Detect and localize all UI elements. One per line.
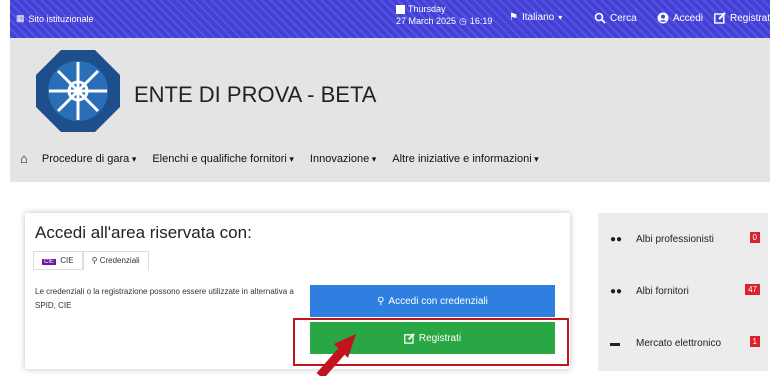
register-icon: ▬ [610,338,620,349]
site-title[interactable]: ENTE DI PROVA - BETA [134,82,376,108]
login-button-label: Accedi con credenziali [388,295,488,307]
sidebar-item-mercato-elettronico[interactable]: ▬ Mercato elettronico 1 [598,317,768,371]
tab-cie-label: CIE [60,256,74,265]
entity-logo[interactable] [34,48,122,134]
home-icon[interactable]: ⌂ [20,151,28,166]
clock-icon: ◷ [459,16,467,26]
date-label: 27 March 2025 [396,16,457,26]
chevron-down-icon: ▾ [558,13,563,22]
login-link[interactable]: Accedi [657,12,703,24]
count-badge: 1 [749,336,760,347]
time-label: 16:19 [469,16,493,26]
flag-icon: ⚑ [509,12,518,23]
sidebar-item-albi-fornitori[interactable]: ●● Albi fornitori 47 [598,265,768,319]
login-tabs: CIE CIE ⚲ Credenziali [33,251,149,270]
search-link[interactable]: Cerca [594,12,637,24]
language-selector[interactable]: ⚑ Italiano ▾ [509,12,562,23]
register-link[interactable]: Registrati [714,12,770,24]
login-with-credentials-button[interactable]: ⚲ Accedi con credenziali [310,285,555,317]
nav-altre-iniziative[interactable]: Altre iniziative e informazioni [392,153,538,165]
search-label: Cerca [610,12,637,24]
sidebar-item-label: Albi fornitori [636,286,689,297]
sidebar-item-label: Mercato elettronico [636,338,722,349]
register-label: Registrati [730,12,770,24]
tab-credentials[interactable]: ⚲ Credenziali [82,251,149,270]
count-badge: 0 [749,232,760,243]
key-icon: ⚲ [377,295,385,307]
key-icon: ⚲ [91,256,98,265]
nav-innovazione[interactable]: Innovazione [310,153,376,165]
login-label: Accedi [673,12,704,24]
institutional-site-link[interactable]: ▦ Sito istituzionale [16,13,94,24]
search-icon [594,12,606,24]
language-label: Italiano [521,12,555,23]
users-icon: ●● [610,286,623,297]
count-badge: 47 [745,284,760,295]
top-bar: ▦ Sito istituzionale Thursday 27 March 2… [10,0,770,38]
day-label: Thursday [408,4,446,14]
calendar-icon [396,5,405,14]
nav-procedure-di-gara[interactable]: Procedure di gara [42,153,136,165]
login-card-title: Accedi all'area riservata con: [35,223,252,242]
sidebar-item-label: Albi professionisti [636,234,714,245]
sidebar-item-albi-professionisti[interactable]: ●● Albi professionisti 0 [598,213,768,267]
main-navigation: ⌂ Procedure di gara Elenchi e qualifiche… [20,151,555,166]
edit-icon [714,12,726,24]
nav-elenchi-fornitori[interactable]: Elenchi e qualifiche fornitori [152,153,294,165]
building-icon: ▦ [16,13,25,23]
site-header: ENTE DI PROVA - BETA ⌂ Procedure di gara… [10,38,770,182]
pointer-arrow-icon [316,334,356,376]
institutional-site-label: Sito istituzionale [28,13,94,24]
tab-cie[interactable]: CIE CIE [33,251,83,270]
tab-credentials-label: Credenziali [99,256,140,265]
date-time: Thursday 27 March 2025 ◷ 16:19 [396,4,492,27]
cie-badge: CIE [42,259,57,265]
login-description: Le credenziali o la registrazione posson… [35,287,294,310]
user-icon [657,12,669,24]
users-icon: ●● [610,234,623,245]
